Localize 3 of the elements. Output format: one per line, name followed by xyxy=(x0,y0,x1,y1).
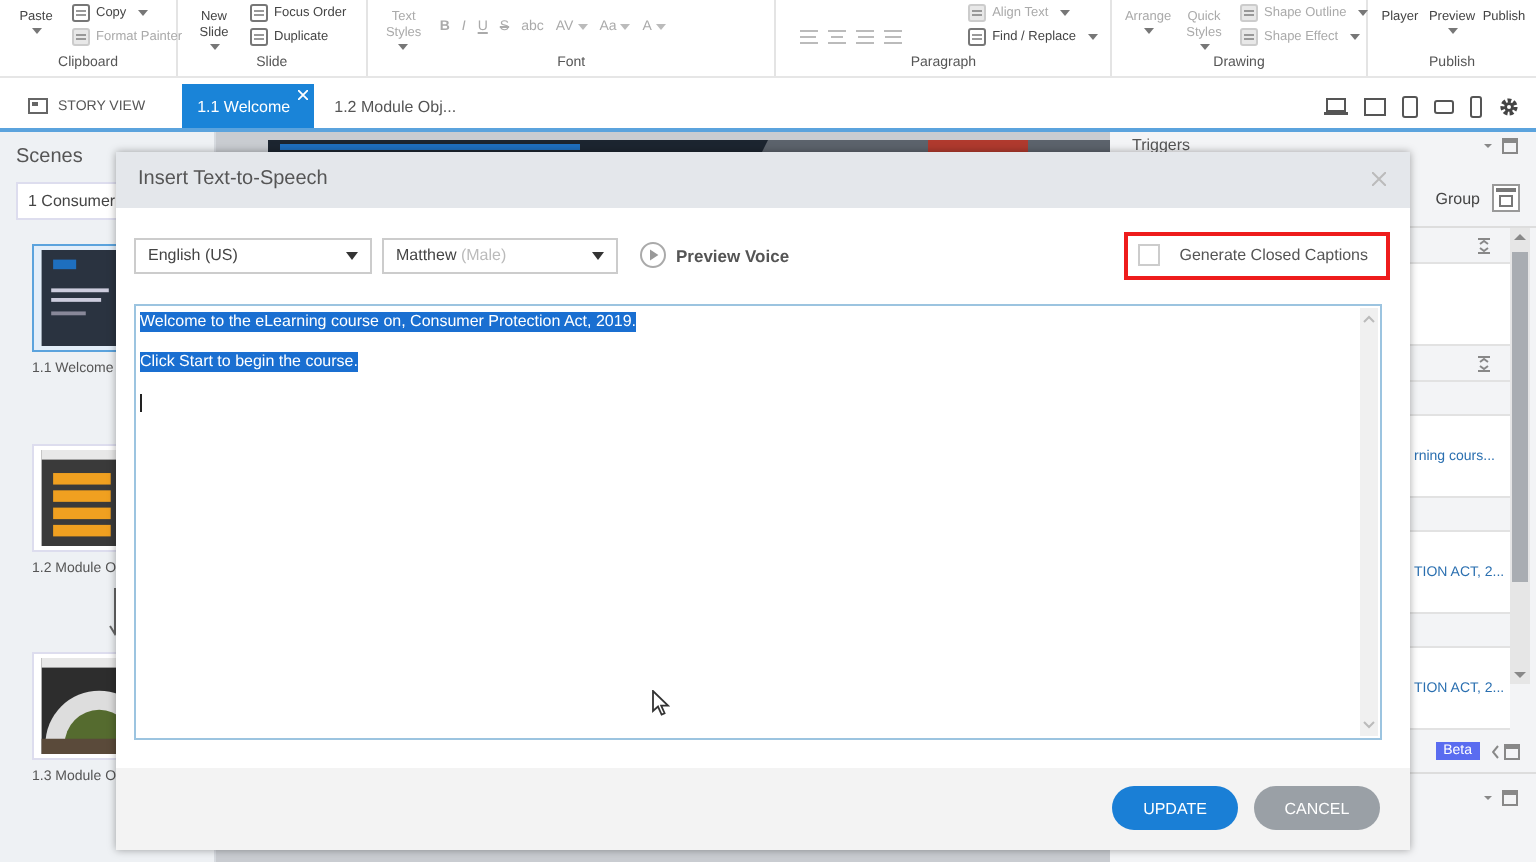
dialog-title: Insert Text-to-Speech xyxy=(138,168,328,191)
panel-title: Triggers xyxy=(1132,136,1191,154)
panel-title: Scenes xyxy=(16,146,83,168)
